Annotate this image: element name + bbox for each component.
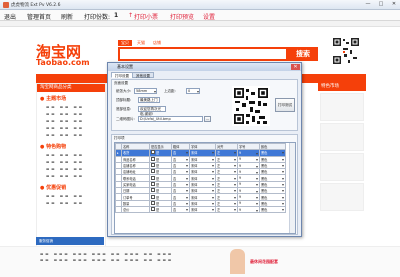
right-column: 特色市场 bbox=[318, 83, 366, 258]
product-tile[interactable] bbox=[320, 93, 364, 121]
category-group-title[interactable]: ● 主题市场 bbox=[40, 95, 102, 103]
qr-image-label: 二维码图片: bbox=[116, 117, 135, 121]
product-tile[interactable] bbox=[320, 123, 364, 151]
page-top-strip bbox=[0, 21, 400, 27]
dropdown-cell[interactable]: 9 bbox=[237, 205, 260, 214]
settings-dialog: 基本设置 ✕ 打印设置 其他设置 页面设置 纸张大小: 58mm 上边距: 0 … bbox=[107, 62, 302, 237]
category-group-title[interactable]: ● 特色购物 bbox=[40, 143, 102, 151]
dialog-close-button[interactable]: ✕ bbox=[291, 64, 300, 70]
top-margin-label: 上边距: bbox=[164, 89, 176, 93]
tab-other-settings[interactable]: 其他设置 bbox=[132, 72, 154, 78]
show-checkbox[interactable] bbox=[151, 188, 155, 193]
show-checkbox[interactable] bbox=[151, 182, 155, 186]
show-checkbox[interactable] bbox=[151, 157, 155, 161]
product-tile[interactable] bbox=[320, 183, 364, 211]
print-items-table: 名称 是否显示 粗体 字体 对齐 字号 颜色 ▸ 收货 是否宋体左 9 黑色 商品名称 … bbox=[115, 143, 286, 214]
dropdown-cell[interactable]: 黑色 bbox=[259, 205, 286, 214]
service-promo-bar[interactable]: 服务促销 bbox=[36, 237, 104, 245]
print-ticket-icon: ↑ bbox=[128, 11, 134, 19]
minimize-button[interactable]: — bbox=[362, 1, 374, 8]
paper-size-select[interactable]: 58mm bbox=[134, 88, 157, 94]
page-settings-group: 页面设置 纸张大小: 58mm 上边距: 0 顶部标题: 最美路上门 底部信息:… bbox=[111, 79, 298, 131]
window-titlebar: 虎虎物流 Ext Pv V6.2.6 — □ ✕ bbox=[0, 0, 400, 10]
qr-preview-image bbox=[232, 86, 270, 126]
print-items-grid: 名称 是否显示 粗体 字体 对齐 字号 颜色 ▸ 收货 是否宋体左 9 黑色 商品名称 … bbox=[114, 142, 296, 234]
header-title-label: 顶部标题: bbox=[116, 98, 132, 102]
search-tab-shop[interactable]: 店铺 bbox=[150, 40, 164, 46]
menu-home[interactable]: 管理首页 bbox=[27, 12, 51, 21]
search-tab-item[interactable]: 宝贝 bbox=[118, 40, 132, 46]
search-button[interactable]: 搜索 bbox=[288, 47, 318, 61]
product-tile[interactable] bbox=[320, 153, 364, 181]
show-checkbox[interactable] bbox=[151, 201, 155, 205]
tab-print-settings[interactable]: 打印设置 bbox=[111, 72, 133, 78]
category-header: 淘宝网商品分类 bbox=[37, 84, 105, 92]
group-title: 打印项 bbox=[114, 136, 125, 140]
footer-info-input[interactable]: 欢迎您再次光临,谢谢! bbox=[138, 106, 166, 116]
app-icon bbox=[3, 2, 9, 8]
dialog-title: 基本设置 bbox=[117, 64, 133, 69]
category-links: ▬▬ ▬▬ ▬▬ ▬▬ ▬▬ ▬▬ ▬▬ ▬▬ ▬▬ ▬▬ ▬▬ ▬▬ ▬▬ ▬▬ ▬▬ bbox=[46, 105, 85, 137]
menu-refresh[interactable]: 刷新 bbox=[61, 12, 73, 21]
header-title-input[interactable]: 最美路上门 bbox=[138, 97, 160, 103]
model-image bbox=[230, 249, 245, 274]
show-checkbox[interactable] bbox=[151, 169, 155, 174]
page-footer: ▬▬ ▬▬▬ ▬▬▬ ▬▬▬ ▬▬ ▬▬▬ ▬▬ ▬▬▬ ▬▬ ▬▬▬ ▬▬▬ ▬… bbox=[0, 246, 400, 277]
search-tab-tmall[interactable]: 天猫 bbox=[134, 40, 148, 46]
footer-banner-text[interactable]: 最休闲花园配套 bbox=[250, 259, 278, 265]
show-checkbox[interactable] bbox=[151, 176, 155, 180]
special-market-header: 特色市场 bbox=[318, 83, 366, 91]
menu-settings[interactable]: 设置 bbox=[203, 12, 215, 21]
app-qr-code bbox=[332, 37, 360, 65]
copies-value[interactable]: 1 bbox=[114, 12, 118, 19]
dropdown-cell[interactable]: 左 bbox=[215, 205, 238, 214]
show-checkbox[interactable] bbox=[151, 150, 155, 155]
qr-image-path-input[interactable]: D:\Ucfa\_Util.bmp bbox=[138, 116, 203, 122]
group-title: 页面设置 bbox=[114, 81, 128, 85]
window-title: 虎虎物流 Ext Pv V6.2.6 bbox=[11, 3, 61, 8]
dropdown-cell[interactable]: 宋体 bbox=[189, 205, 216, 214]
menu-exit[interactable]: 退出 bbox=[4, 12, 16, 21]
copies-label: 打印份数: bbox=[84, 13, 111, 21]
taobao-logo-en: Taobao.com bbox=[36, 58, 90, 67]
close-window-button[interactable]: ✕ bbox=[388, 1, 400, 8]
top-margin-select[interactable]: 0 bbox=[186, 88, 200, 94]
menu-print-ticket[interactable]: 打印小票 bbox=[134, 12, 158, 21]
category-group-title[interactable]: ● 优惠促销 bbox=[40, 184, 102, 192]
footer-info-label: 底部信息: bbox=[116, 107, 132, 111]
menu-print-preview[interactable]: 打印预览 bbox=[170, 12, 194, 21]
show-checkbox-cell[interactable]: 是 bbox=[149, 205, 172, 214]
table-row[interactable]: 总价 是否宋体左 9 黑色 bbox=[115, 205, 286, 214]
category-links: ▬▬ ▬▬ ▬▬ ▬▬ ▬▬ ▬▬ bbox=[46, 194, 85, 205]
menubar: 退出 管理首页 刷新 打印份数: 1 ↑ 打印小票 打印预览 设置 bbox=[0, 10, 400, 21]
show-checkbox[interactable] bbox=[151, 163, 155, 168]
dialog-titlebar: 基本设置 bbox=[108, 63, 301, 71]
item-name-cell[interactable]: 总价 bbox=[121, 205, 150, 214]
category-panel: 淘宝网商品分类 ● 主题市场 ▬▬ ▬▬ ▬▬ ▬▬ ▬▬ ▬▬ ▬▬ ▬▬ ▬▬ ▬… bbox=[36, 83, 106, 258]
show-checkbox[interactable] bbox=[151, 194, 155, 199]
paper-size-label: 纸张大小: bbox=[116, 89, 132, 93]
dropdown-cell[interactable]: 否 bbox=[171, 205, 190, 214]
show-checkbox[interactable] bbox=[151, 207, 155, 212]
print-test-button[interactable]: 打印测试 bbox=[275, 98, 295, 112]
browse-button[interactable]: ... bbox=[204, 116, 211, 122]
grid-scrollbar[interactable] bbox=[289, 143, 295, 233]
maximize-button[interactable]: □ bbox=[375, 1, 387, 8]
category-links: ▬▬ ▬▬ ▬▬ ▬▬ ▬▬ ▬▬ ▬▬ ▬▬ ▬▬ ▬▬ ▬▬ ▬▬ bbox=[46, 153, 85, 178]
print-items-group: 打印项 名称 是否显示 粗体 字体 对齐 字号 颜色 ▸ 收货 是 否 宋体 左… bbox=[111, 134, 298, 235]
search-input[interactable] bbox=[118, 47, 288, 61]
